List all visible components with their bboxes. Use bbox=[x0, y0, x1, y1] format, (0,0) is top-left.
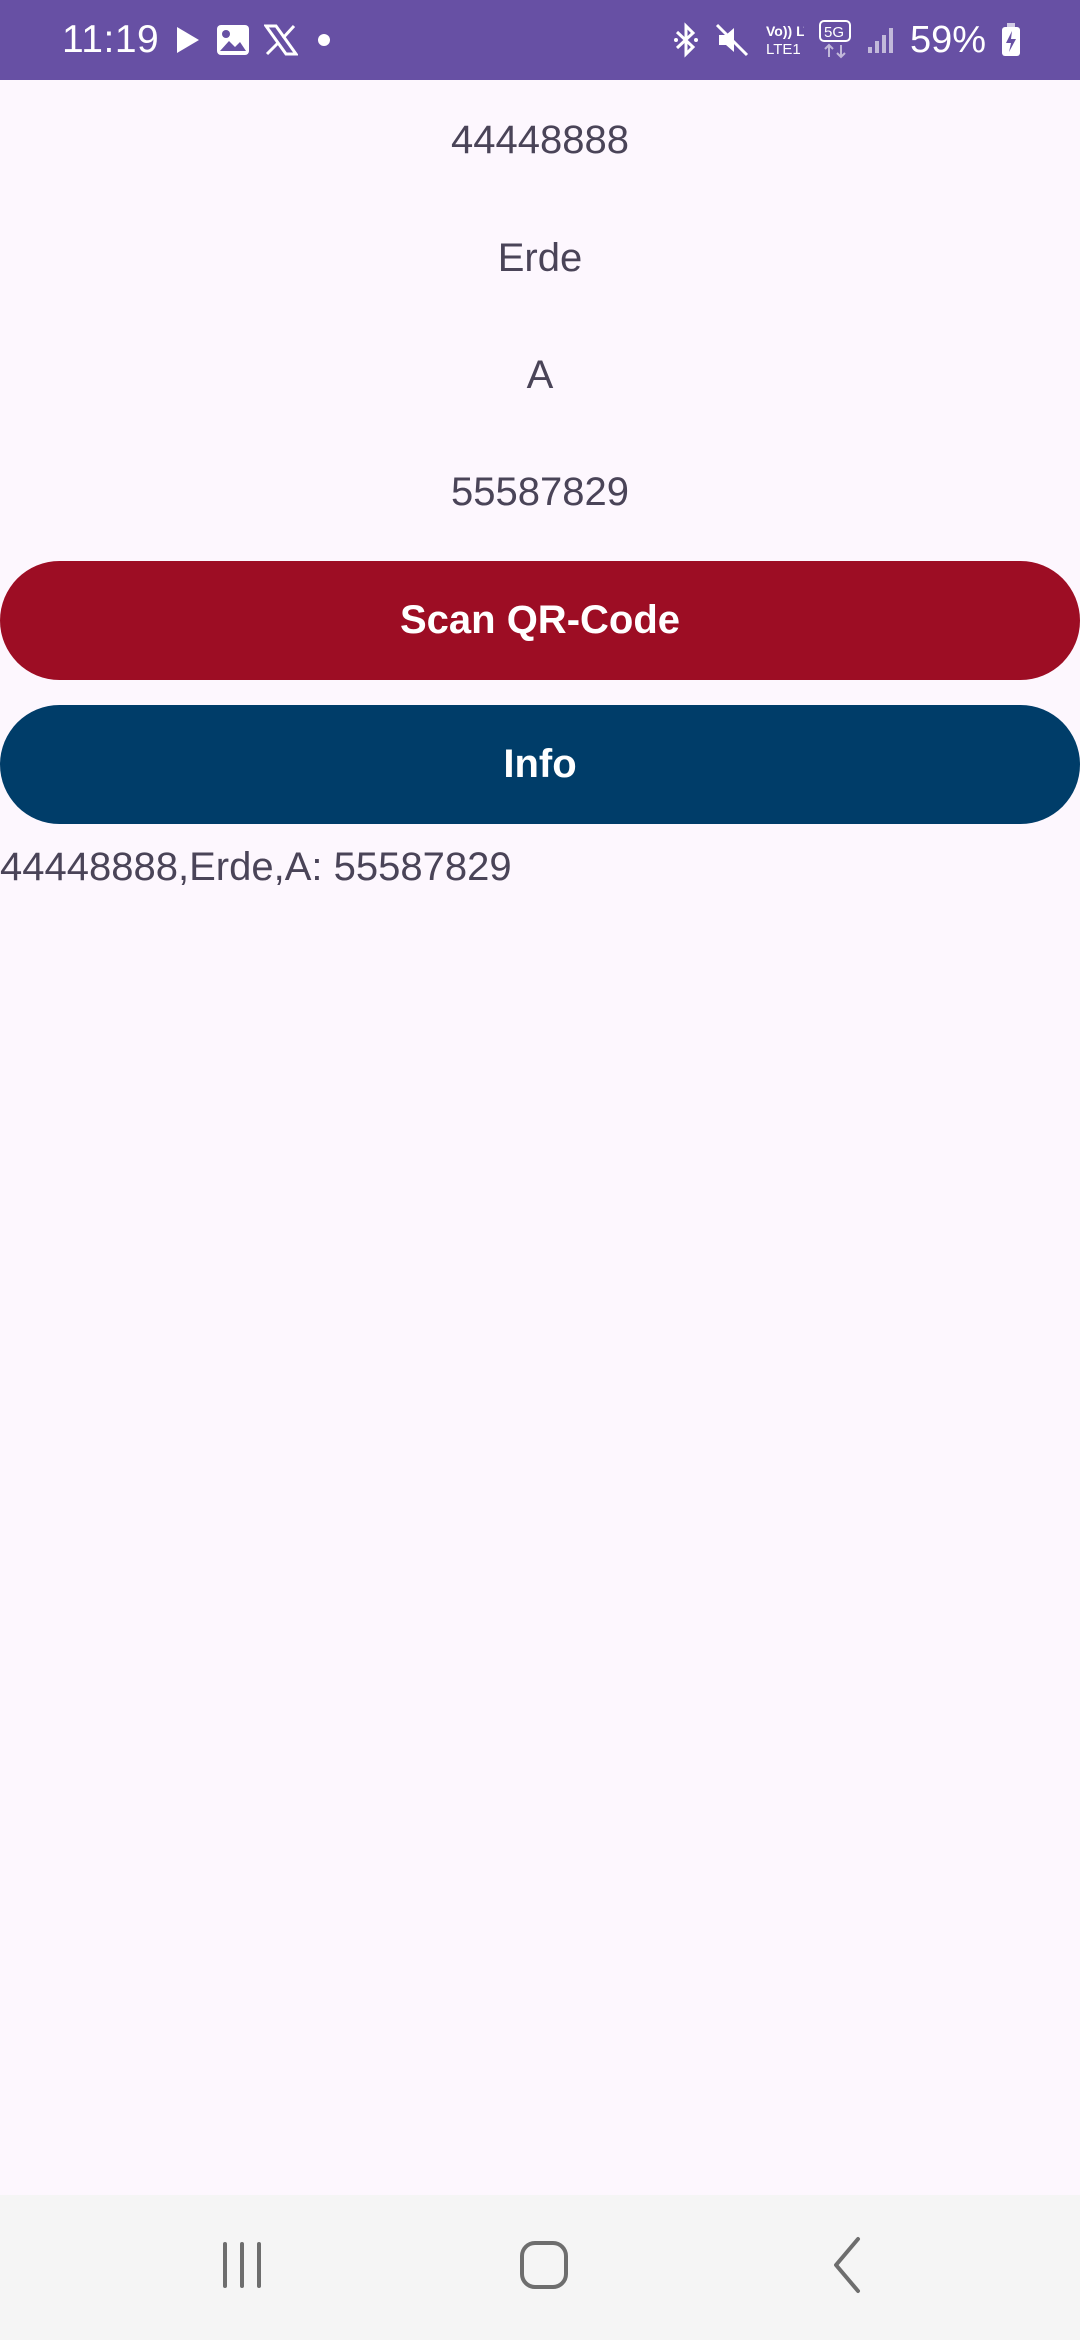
status-system-icons: Vo)) LTE1 LTE1 5G 59% bbox=[672, 0, 1022, 80]
mute-icon bbox=[714, 22, 750, 58]
x-icon bbox=[264, 24, 298, 56]
home-icon bbox=[519, 2240, 569, 2295]
signal-icon bbox=[866, 25, 896, 55]
play-store-icon bbox=[174, 25, 202, 55]
main-content: 44448888 Erde A 55587829 Scan QR-Code In… bbox=[0, 80, 1080, 2195]
dot-icon bbox=[312, 28, 336, 52]
volte-icon: Vo)) LTE1 LTE1 bbox=[764, 20, 804, 60]
recent-apps-button[interactable] bbox=[162, 2195, 322, 2340]
svg-text:LTE1: LTE1 bbox=[766, 41, 801, 58]
field-value-4: 55587829 bbox=[451, 470, 629, 514]
5g-label: 5G bbox=[824, 24, 844, 41]
gallery-icon bbox=[216, 24, 250, 56]
result-text: 44448888,Erde,A: 55587829 bbox=[0, 845, 512, 889]
battery-icon bbox=[1000, 22, 1022, 58]
home-button[interactable] bbox=[464, 2195, 624, 2340]
volte-top-label: Vo)) LTE1 bbox=[766, 23, 804, 39]
recent-apps-icon bbox=[217, 2240, 267, 2295]
bluetooth-icon bbox=[672, 22, 700, 58]
scan-qr-code-button[interactable]: Scan QR-Code bbox=[0, 561, 1080, 680]
field-value-2: Erde bbox=[497, 236, 583, 280]
status-time: 11:19 bbox=[62, 18, 160, 61]
status-bar: 11:19 Vo)) L LTE1 5G 59% bbox=[0, 0, 1080, 80]
back-icon bbox=[828, 2236, 868, 2299]
battery-percent: 59% bbox=[909, 18, 986, 61]
status-notification-icons bbox=[174, 0, 336, 80]
info-button[interactable]: Info bbox=[0, 705, 1080, 824]
5g-icon: 5G bbox=[818, 19, 852, 61]
field-value-1: 44448888 bbox=[451, 118, 629, 162]
back-button[interactable] bbox=[768, 2195, 928, 2340]
field-value-3: A bbox=[526, 353, 554, 397]
navigation-bar bbox=[0, 2195, 1080, 2340]
